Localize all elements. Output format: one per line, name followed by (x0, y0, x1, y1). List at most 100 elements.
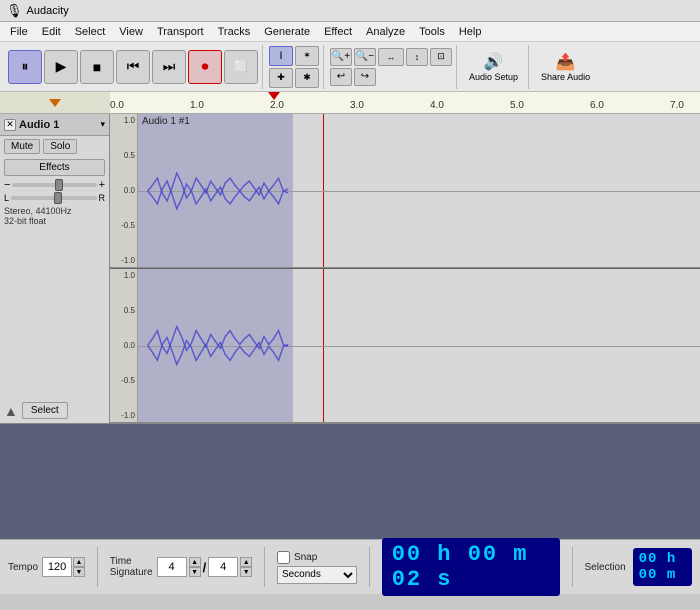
mute-button[interactable]: Mute (4, 139, 40, 154)
main-area: ✕ Audio 1 ▾ Mute Solo Effects − + L R (0, 114, 700, 424)
play-button[interactable]: ▶ (44, 50, 78, 84)
tempo-down[interactable]: ▼ (73, 567, 85, 577)
snap-checkbox[interactable] (277, 551, 290, 564)
menu-view[interactable]: View (113, 25, 149, 39)
forward-button[interactable]: ⏭ (152, 50, 186, 84)
redo-button[interactable]: ↪ (354, 68, 376, 86)
ruler-mark-6: 6.0 (590, 92, 604, 113)
menu-select[interactable]: Select (69, 25, 112, 39)
title-bar: 🎙 Audacity (0, 0, 700, 22)
divider-1 (97, 547, 98, 587)
menu-tracks[interactable]: Tracks (212, 25, 257, 39)
waveform-canvas-2 (138, 269, 700, 422)
time-sig-den-up[interactable]: ▲ (240, 557, 252, 567)
transport-section: ⏸ ▶ ■ ⏮ ⏭ ⏺ ⬜ (4, 45, 263, 89)
tempo-label: Tempo (8, 562, 38, 573)
app-icon: 🎙 (6, 3, 23, 19)
audio-setup-button[interactable]: 🔊 Audio Setup (463, 50, 524, 84)
tempo-input[interactable] (42, 557, 72, 577)
time-sig-num-up[interactable]: ▲ (189, 557, 201, 567)
ruler-mark-5: 5.0 (510, 92, 524, 113)
tempo-section: Tempo ▲ ▼ (8, 557, 85, 577)
draw-tool[interactable]: ✚ (269, 68, 293, 88)
tempo-spinners: ▲ ▼ (73, 557, 85, 577)
tool-buttons: I ✶ ✚ ✱ (269, 46, 319, 88)
record-button[interactable]: ⏺ (188, 50, 222, 84)
multi-tool[interactable]: ✱ (295, 68, 319, 88)
rewind-button[interactable]: ⏮ (116, 50, 150, 84)
time-sig-den-input[interactable] (208, 557, 238, 577)
tools-section: I ✶ ✚ ✱ (265, 45, 324, 89)
ruler-mark-1: 1.0 (190, 92, 204, 113)
ruler-mark-3: 3.0 (350, 92, 364, 113)
ruler-right: 0.0 1.0 2.0 3.0 4.0 5.0 6.0 7.0 (110, 92, 700, 113)
waveform-channel-1[interactable]: 1.0 0.5 0.0 -0.5 -1.0 Audio 1 #1 (110, 114, 700, 268)
menu-effect[interactable]: Effect (318, 25, 358, 39)
menu-file[interactable]: File (4, 25, 34, 39)
effects-button[interactable]: Effects (4, 159, 105, 176)
ruler: 0.0 1.0 2.0 3.0 4.0 5.0 6.0 7.0 (0, 92, 700, 114)
ruler-mark-0: 0.0 (110, 92, 124, 113)
select-button[interactable]: Select (22, 402, 68, 419)
snap-units-select[interactable]: Seconds (277, 566, 357, 584)
waveform-canvas-1: Audio 1 #1 (138, 114, 700, 267)
pan-control: L R (0, 192, 109, 204)
menu-edit[interactable]: Edit (36, 25, 67, 39)
menu-generate[interactable]: Generate (258, 25, 316, 39)
selection-display: 00 h 00 m (633, 548, 692, 586)
app-title: Audacity (27, 5, 69, 17)
stop-button[interactable]: ■ (80, 50, 114, 84)
selection-label: Selection (585, 562, 626, 573)
ruler-left (0, 92, 110, 113)
selection-section: Selection 00 h 00 m (585, 548, 693, 586)
zoom-fit-button[interactable]: ↔ (378, 48, 404, 66)
menu-help[interactable]: Help (453, 25, 488, 39)
zoom-fit-v-button[interactable]: ↕ (406, 48, 428, 66)
track-format-info: Stereo, 44100Hz 32-bit float (0, 204, 109, 228)
pause-button[interactable]: ⏸ (8, 50, 42, 84)
tempo-up[interactable]: ▲ (73, 557, 85, 567)
time-sig-den-spinners: ▲ ▼ (240, 557, 252, 577)
waveform-scale-1: 1.0 0.5 0.0 -0.5 -1.0 (110, 114, 138, 267)
waveform-svg-1 (138, 114, 700, 267)
empty-track-area (0, 424, 700, 539)
menu-bar: File Edit Select View Transport Tracks G… (0, 22, 700, 42)
waveform-channel-2[interactable]: 1.0 0.5 0.0 -0.5 -1.0 (110, 269, 700, 423)
expand-icon: ▲ (4, 403, 18, 419)
menu-analyze[interactable]: Analyze (360, 25, 411, 39)
gain-slider[interactable] (12, 183, 96, 187)
waveform-svg-2 (138, 269, 700, 422)
envelope-tool[interactable]: ✶ (295, 46, 319, 66)
time-sig-num-down[interactable]: ▼ (189, 567, 201, 577)
toolbar: ⏸ ▶ ■ ⏮ ⏭ ⏺ ⬜ I ✶ ✚ ✱ 🔍+ 🔍− ↔ ↕ (0, 42, 700, 92)
track-mute-solo: Mute Solo (0, 136, 109, 157)
zoom-out-button[interactable]: 🔍− (354, 48, 376, 66)
solo-button[interactable]: Solo (43, 139, 77, 154)
track-dropdown-button[interactable]: ▾ (100, 119, 105, 130)
snap-label: Snap (294, 552, 317, 563)
time-sig-num-input[interactable] (157, 557, 187, 577)
pan-slider[interactable] (11, 196, 96, 200)
pan-r-label: R (99, 193, 106, 203)
track-bottom: ▲ Select (0, 228, 109, 423)
menu-transport[interactable]: Transport (151, 25, 210, 39)
select-tool[interactable]: I (269, 46, 293, 66)
time-sig-num-spinners: ▲ ▼ (189, 557, 201, 577)
zoom-sel-button[interactable]: ⊡ (430, 48, 452, 66)
time-sig-separator: / (203, 560, 207, 575)
time-display: 00 h 00 m 02 s (382, 538, 560, 596)
share-audio-button[interactable]: 📤 Share Audio (535, 50, 596, 84)
gain-minus: − (4, 179, 10, 191)
snap-section: Snap Seconds (277, 551, 357, 584)
divider-4 (572, 547, 573, 587)
undo-button[interactable]: ↩ (330, 68, 352, 86)
track-controls: ✕ Audio 1 ▾ Mute Solo Effects − + L R (0, 114, 110, 423)
zoom-in-button[interactable]: 🔍+ (330, 48, 352, 66)
menu-tools[interactable]: Tools (413, 25, 451, 39)
time-sig-den-down[interactable]: ▼ (240, 567, 252, 577)
waveform-scale-2: 1.0 0.5 0.0 -0.5 -1.0 (110, 269, 138, 422)
track-close-button[interactable]: ✕ (4, 119, 16, 131)
gain-control: − + (0, 178, 109, 192)
zoom-section: 🔍+ 🔍− ↔ ↕ ⊡ ↩ ↪ (326, 45, 457, 89)
loop-button[interactable]: ⬜ (224, 50, 258, 84)
